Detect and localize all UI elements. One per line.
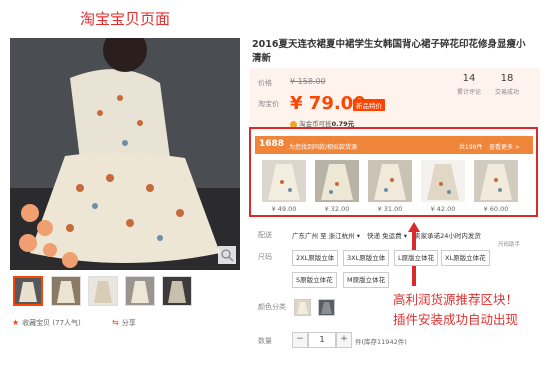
product-title: 2016夏天连衣裙夏中裙学生女韩国背心裙子碎花印花修身显瘦小清新 <box>252 39 526 64</box>
thumbnail-3[interactable] <box>88 276 118 306</box>
share-label: 分享 <box>121 319 136 327</box>
size-option-5[interactable]: S原版立体花 <box>292 272 337 288</box>
quantity-minus-button[interactable]: − <box>292 332 308 348</box>
thumbnail-1[interactable] <box>13 276 43 306</box>
size-option-2[interactable]: 3XL原版立体 <box>343 250 390 266</box>
shipping-label: 配送 <box>258 231 272 239</box>
source-item-image <box>368 160 412 202</box>
page-title: 淘宝宝贝页面 <box>80 10 171 28</box>
ship-to-word: 至 <box>320 232 327 240</box>
popularity-count: (77人气) <box>52 319 81 327</box>
share-button[interactable]: ⇆ 分享 <box>112 318 136 328</box>
size-option-1[interactable]: 2XL原版立体 <box>292 250 339 266</box>
thumbnail-4[interactable] <box>125 276 155 306</box>
color-option-1[interactable] <box>294 299 311 316</box>
star-icon: ★ <box>12 318 20 327</box>
collect-button[interactable]: ★ 收藏宝贝 (77人气) <box>12 318 81 328</box>
sales-count: 18 <box>500 73 514 84</box>
quantity-label: 数量 <box>258 337 272 345</box>
thumbnail-5[interactable] <box>162 276 192 306</box>
thumbnail-2[interactable] <box>51 276 81 306</box>
main-product-image[interactable] <box>10 38 240 270</box>
annotation-line-2: 插件安装成功自动出现 <box>393 312 519 327</box>
sale-badge: 新品特价 <box>353 99 385 111</box>
ship-from: 广东广州 <box>292 232 318 240</box>
size-option-6[interactable]: M原版立体花 <box>343 272 390 288</box>
size-helper-link[interactable]: 尺码助手 <box>498 240 520 248</box>
source-item-5[interactable]: ¥ 60.00 <box>474 160 518 213</box>
plugin-more-link[interactable]: 查看更多 > <box>489 142 520 151</box>
sales-count-label: 交易成功 <box>494 89 519 96</box>
ship-to-select[interactable]: 浙江杭州 <box>329 232 355 240</box>
plugin-panel-header: 1688 为您找到同款/相似款货源 共199件 查看更多 > <box>255 136 533 154</box>
source-item-price: ¥ 32.00 <box>324 205 350 213</box>
source-item-image <box>474 160 518 202</box>
source-item-2[interactable]: ¥ 32.00 <box>315 160 359 213</box>
stock-text: 件(库存11942件) <box>355 338 407 346</box>
size-label: 尺码 <box>258 253 272 261</box>
annotation-line-1: 高利润货源推荐区块！ <box>393 292 519 307</box>
source-item-price: ¥ 60.00 <box>483 205 509 213</box>
price-label: 价格 <box>258 79 272 87</box>
source-item-3[interactable]: ¥ 31.00 <box>368 160 412 213</box>
quantity-plus-button[interactable]: + <box>336 332 352 348</box>
source-item-4[interactable]: ¥ 42.00 <box>421 160 465 213</box>
source-item-price: ¥ 49.00 <box>271 205 297 213</box>
ship-method: 快递 免运费 <box>367 232 402 240</box>
sale-price-label: 淘宝价 <box>258 100 279 108</box>
plugin-count: 共199件 <box>459 144 483 151</box>
collect-label: 收藏宝贝 <box>22 319 51 327</box>
ship-promise: 卖家承诺24小时内发货 <box>414 232 481 240</box>
source-item-price: ¥ 31.00 <box>377 205 403 213</box>
plugin-slogan: 为您找到同款/相似款货源 <box>289 144 358 151</box>
plugin-logo: 1688 <box>259 139 285 149</box>
original-price: ¥ 158.00 <box>290 77 326 86</box>
chevron-down-icon: ▾ <box>354 232 360 240</box>
source-item-image <box>315 160 359 202</box>
shipping-row: 广东广州 至 浙江杭州 ▾ 快递 免运费 ▾ 卖家承诺24小时内发货 <box>292 230 481 240</box>
color-label: 颜色分类 <box>258 303 286 311</box>
source-item-1[interactable]: ¥ 49.00 <box>262 160 306 213</box>
chevron-down-icon: ▾ <box>401 232 407 240</box>
source-item-image <box>262 160 306 202</box>
size-option-4[interactable]: XL原版立体花 <box>441 250 490 266</box>
source-item-price: ¥ 42.00 <box>430 205 456 213</box>
color-option-2[interactable] <box>318 299 335 316</box>
quantity-input[interactable]: 1 <box>308 332 336 348</box>
source-item-image <box>421 160 465 202</box>
share-icon: ⇆ <box>112 318 119 327</box>
size-option-3[interactable]: L原版立体花 <box>394 250 439 266</box>
